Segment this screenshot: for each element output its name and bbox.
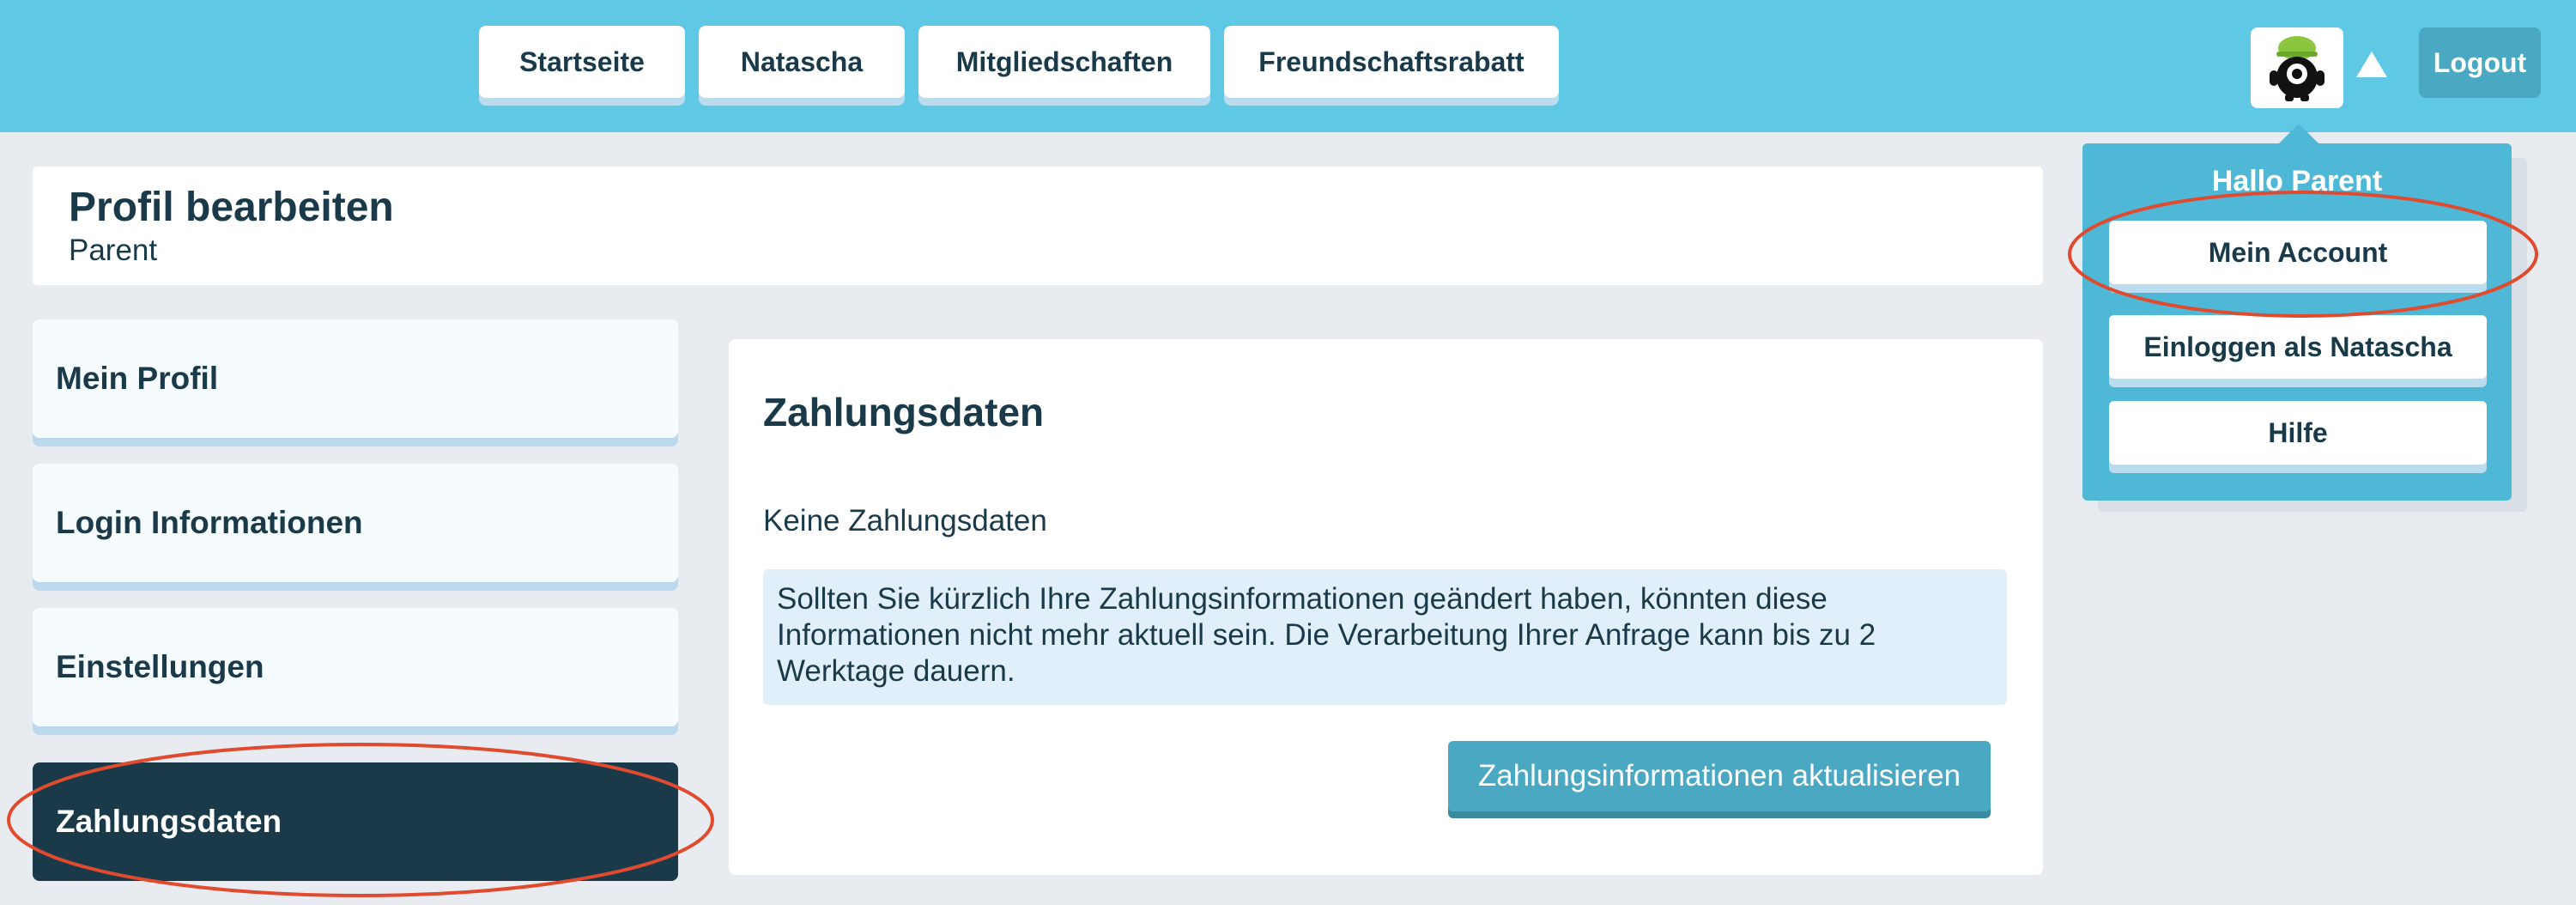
info-notice: Sollten Sie kürzlich Ihre Zahlungsinform… — [763, 569, 2007, 705]
update-payment-button[interactable]: Zahlungsinformationen aktualisieren — [1448, 741, 1991, 811]
section-title: Zahlungsdaten — [763, 390, 1045, 434]
payment-data-card: Zahlungsdaten Keine Zahlungsdaten Sollte… — [729, 339, 2043, 875]
nav-mitgliedschaften-button[interactable]: Mitgliedschaften — [918, 26, 1210, 98]
dropdown-item-hilfe[interactable]: Hilfe — [2109, 401, 2487, 465]
page-subtitle: Parent — [69, 234, 158, 267]
empty-state-text: Keine Zahlungsdaten — [763, 504, 1047, 538]
dropdown-item-mein-account[interactable]: Mein Account — [2109, 221, 2487, 284]
dropdown-pointer — [2278, 124, 2319, 144]
nav-natascha-button[interactable]: Natascha — [699, 26, 905, 98]
caret-up-icon[interactable] — [2356, 52, 2387, 77]
profile-header-card: Profil bearbeiten Parent — [33, 167, 2043, 285]
logout-button[interactable]: Logout — [2419, 27, 2541, 98]
dropdown-greeting: Hallo Parent — [2211, 165, 2383, 197]
sidebar-item-login-informationen[interactable]: Login Informationen — [33, 464, 678, 582]
nav-freundschaftsrabatt-button[interactable]: Freundschaftsrabatt — [1224, 26, 1559, 98]
top-navigation-bar: Startseite Natascha Mitgliedschaften Fre… — [0, 0, 2576, 132]
monster-avatar-icon — [2270, 36, 2324, 101]
user-avatar-button[interactable] — [2251, 27, 2343, 108]
sidebar-item-zahlungsdaten[interactable]: Zahlungsdaten — [33, 762, 678, 881]
page-title: Profil bearbeiten — [69, 185, 394, 230]
nav-startseite-button[interactable]: Startseite — [479, 26, 685, 98]
sidebar-item-mein-profil[interactable]: Mein Profil — [33, 319, 678, 438]
dropdown-item-einloggen-als-natascha[interactable]: Einloggen als Natascha — [2109, 315, 2487, 379]
sidebar-item-einstellungen[interactable]: Einstellungen — [33, 608, 678, 726]
